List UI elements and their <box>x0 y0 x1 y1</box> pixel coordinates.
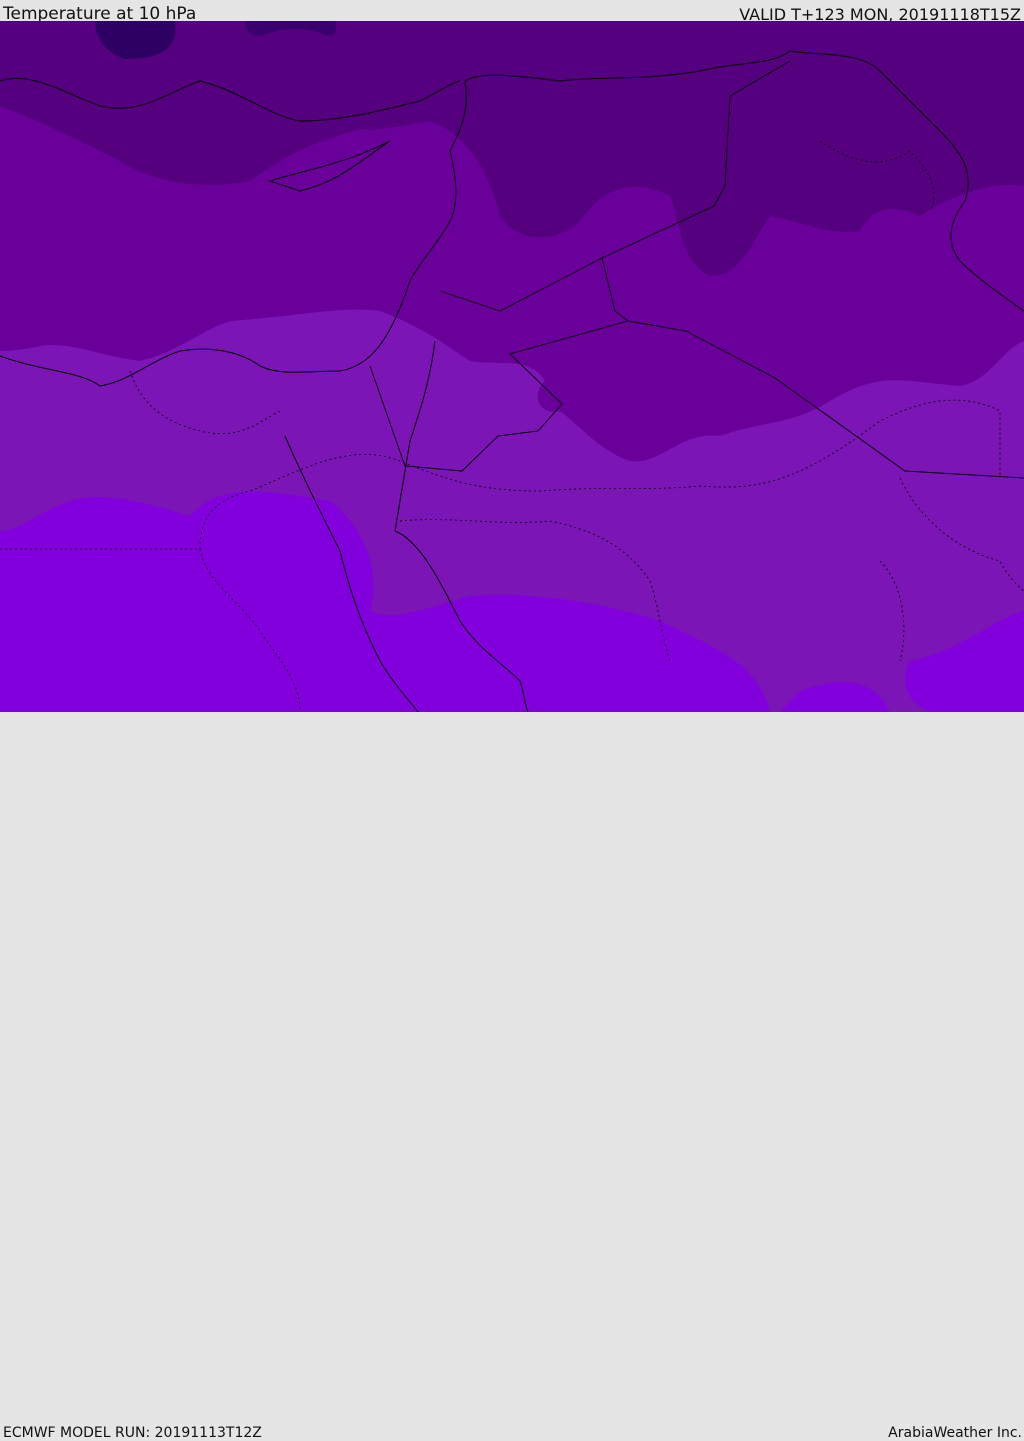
credit: ArabiaWeather Inc. <box>888 1425 1022 1441</box>
temperature-map[interactable] <box>0 21 1024 712</box>
model-run: ECMWF MODEL RUN: 20191113T12Z <box>3 1425 262 1441</box>
header-bar: Temperature at 10 hPa VALID T+123 MON, 2… <box>0 0 1024 24</box>
footer-bar: ECMWF MODEL RUN: 20191113T12Z ArabiaWeat… <box>0 712 1024 1441</box>
